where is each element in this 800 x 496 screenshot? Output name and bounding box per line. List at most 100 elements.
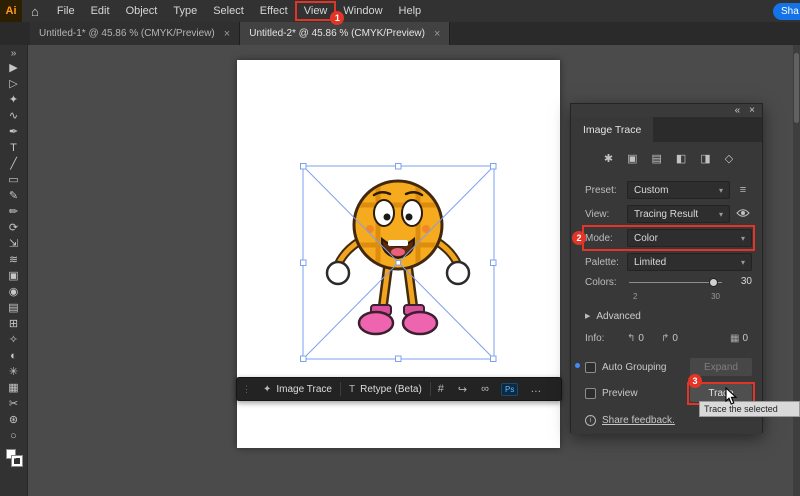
colors-row: Colors: 30 <box>585 272 752 292</box>
image-trace-label: Image Trace <box>276 383 332 395</box>
stroke-swatch[interactable] <box>10 455 23 467</box>
preset-auto-color-icon[interactable]: ✱ <box>604 152 613 165</box>
illustrator-logo[interactable]: Ai <box>0 0 22 22</box>
shape-builder-tool[interactable]: ◉ <box>0 284 27 300</box>
preset-dropdown[interactable]: Custom ▾ <box>627 181 730 199</box>
share-button[interactable]: Sha <box>773 3 800 20</box>
expand-arrow-icon[interactable]: ▶ <box>585 312 590 320</box>
blend-tool[interactable]: ◐ <box>0 348 27 364</box>
selected-traced-image[interactable] <box>300 163 497 362</box>
type-tool[interactable]: T <box>0 140 27 156</box>
menu-bar: Ai ⌂ File Edit Object Type Select Effect… <box>0 0 800 25</box>
preview-label: Preview <box>602 387 638 399</box>
pen-tool[interactable]: ✒ <box>0 124 27 140</box>
menu-edit[interactable]: Edit <box>83 0 118 22</box>
export-icon[interactable]: ↪ <box>451 383 474 396</box>
eye-icon[interactable] <box>734 208 752 221</box>
palette-row: Palette: Limited ▾ <box>585 252 752 272</box>
close-panel-icon[interactable]: × <box>749 104 755 117</box>
rotate-tool[interactable]: ⟳ <box>0 220 27 236</box>
preset-black-white-icon[interactable]: ◨ <box>700 152 710 165</box>
context-task-bar: ⋮ ✦ Image Trace T Retype (Beta) # ↪ ∞ Ps… <box>236 377 562 401</box>
rectangle-tool[interactable]: ▭ <box>0 172 27 188</box>
info-circle-icon: i <box>585 414 596 426</box>
mode-row: Mode: Color ▾ 2 <box>572 225 755 251</box>
preset-outline-icon[interactable]: ◇ <box>725 152 733 165</box>
menu-help[interactable]: Help <box>391 0 430 22</box>
paintbrush-tool[interactable]: ✎ <box>0 188 27 204</box>
tab-untitled-1[interactable]: Untitled-1* @ 45.86 % (CMYK/Preview) × <box>30 22 241 45</box>
chevron-down-icon: ▾ <box>740 257 745 267</box>
annotation-step3-badge: 3 <box>688 374 702 388</box>
preset-high-color-icon[interactable]: ▣ <box>627 152 637 165</box>
symbol-sprayer-tool[interactable]: ✳ <box>0 364 27 380</box>
menu-select[interactable]: Select <box>205 0 252 22</box>
share-feedback-link[interactable]: Share feedback. <box>602 415 675 426</box>
colors-label: Colors: <box>585 276 617 288</box>
more-options-icon[interactable]: … <box>523 383 548 395</box>
crop-icon[interactable]: # <box>431 383 451 395</box>
trace-preset-icon-row: ✱ ▣ ▤ ◧ ◨ ◇ <box>585 148 752 168</box>
menu-file[interactable]: File <box>49 0 83 22</box>
selection-tool[interactable]: ▶ <box>0 60 27 76</box>
magic-wand-tool[interactable]: ✦ <box>0 92 27 108</box>
tab-label: Untitled-2* @ 45.86 % (CMYK/Preview) <box>249 28 425 39</box>
collapse-panel-icon[interactable]: « <box>735 104 741 117</box>
fill-stroke-swatches[interactable] <box>5 449 23 467</box>
paths-value: 0 <box>638 332 644 344</box>
slider-knob[interactable] <box>709 278 718 287</box>
eyedropper-tool[interactable]: ✧ <box>0 332 27 348</box>
tab-label: Untitled-1* @ 45.86 % (CMYK/Preview) <box>39 28 215 39</box>
trace-button[interactable]: Trace 3 <box>687 374 755 405</box>
mode-dropdown[interactable]: Color ▾ <box>627 229 752 247</box>
link-icon[interactable]: ∞ <box>474 383 496 395</box>
expand-button: Expand <box>690 358 752 376</box>
column-graph-tool[interactable]: ▦ <box>0 380 27 396</box>
menu-type[interactable]: Type <box>165 0 205 22</box>
close-icon[interactable]: × <box>224 28 230 40</box>
photoshop-badge-icon[interactable]: Ps <box>500 382 519 396</box>
menu-view[interactable]: View 1 <box>294 0 345 25</box>
chevron-down-icon: ▾ <box>740 233 745 243</box>
scrollbar-thumb[interactable] <box>794 53 799 123</box>
drag-grip-icon[interactable]: ⋮ <box>237 384 255 395</box>
preset-menu-icon[interactable]: ≡ <box>734 184 752 196</box>
retype-button[interactable]: T Retype (Beta) <box>341 378 430 400</box>
colors-grid-icon: ▦ <box>729 332 740 344</box>
trace-tooltip: Trace the selected <box>699 401 800 417</box>
mesh-tool[interactable]: ⊞ <box>0 316 27 332</box>
preset-row: Preset: Custom ▾ ≡ <box>585 180 752 200</box>
colors-slider[interactable]: 30 <box>627 273 752 291</box>
advanced-row[interactable]: ▶ Advanced <box>585 306 752 326</box>
preset-low-color-icon[interactable]: ▤ <box>651 152 661 165</box>
view-row: View: Tracing Result ▾ <box>585 204 752 224</box>
preview-checkbox[interactable] <box>585 387 596 399</box>
width-tool[interactable]: ≋ <box>0 252 27 268</box>
menu-effect[interactable]: Effect <box>252 0 296 22</box>
free-transform-tool[interactable]: ▣ <box>0 268 27 284</box>
preset-grayscale-icon[interactable]: ◧ <box>676 152 686 165</box>
menu-object[interactable]: Object <box>118 0 166 22</box>
tab-untitled-2[interactable]: Untitled-2* @ 45.86 % (CMYK/Preview) × <box>240 22 451 45</box>
home-icon[interactable]: ⌂ <box>31 4 39 19</box>
document-tab-bar: Untitled-1* @ 45.86 % (CMYK/Preview) × U… <box>0 22 800 45</box>
auto-grouping-checkbox[interactable] <box>585 361 596 373</box>
panel-tab-image-trace[interactable]: Image Trace <box>571 117 654 142</box>
image-trace-button[interactable]: ✦ Image Trace <box>255 378 340 400</box>
tools-panel: » ▶ ▷ ✦ ∿ ✒ T ╱ ▭ ✎ ✏ ⟳ ⇲ ≋ ▣ ◉ ▤ ⊞ ✧ ◐ … <box>0 45 28 496</box>
close-icon[interactable]: × <box>434 28 440 40</box>
lasso-tool[interactable]: ∿ <box>0 108 27 124</box>
scale-tool[interactable]: ⇲ <box>0 236 27 252</box>
pencil-tool[interactable]: ✏ <box>0 204 27 220</box>
view-dropdown[interactable]: Tracing Result ▾ <box>627 205 730 223</box>
slice-tool[interactable]: ✂ <box>0 396 27 412</box>
toolbar-expand-icon[interactable]: » <box>11 47 17 60</box>
direct-selection-tool[interactable]: ▷ <box>0 76 27 92</box>
vertical-scrollbar[interactable] <box>793 45 800 496</box>
gradient-tool[interactable]: ▤ <box>0 300 27 316</box>
line-segment-tool[interactable]: ╱ <box>0 156 27 172</box>
retype-icon: T <box>348 383 356 395</box>
zoom-tool[interactable]: ○ <box>0 428 27 444</box>
palette-dropdown[interactable]: Limited ▾ <box>627 253 752 271</box>
hand-tool[interactable]: ⊛ <box>0 412 27 428</box>
